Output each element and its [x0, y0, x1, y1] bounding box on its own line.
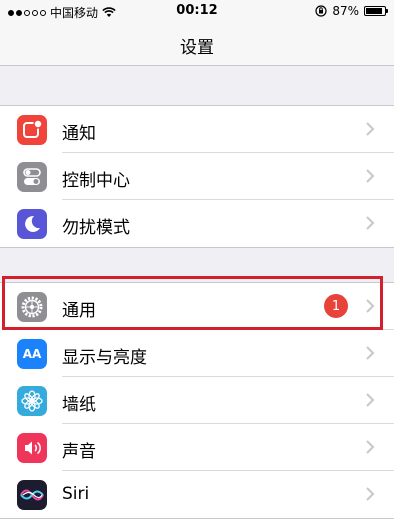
orientation-lock-icon [315, 5, 327, 17]
chevron-right-icon [366, 440, 375, 454]
settings-row-label: 勿扰模式 [62, 218, 130, 238]
chevron-right-icon [366, 169, 375, 183]
battery-icon [364, 6, 388, 16]
chevron-right-icon [366, 393, 375, 407]
battery-percent: 87% [332, 4, 359, 18]
chevron-right-icon [366, 346, 375, 360]
settings-row-wallpaper[interactable]: 墙纸 [0, 377, 394, 424]
notification-badge: 1 [324, 294, 348, 318]
gear-icon [17, 292, 47, 322]
settings-row-label: 声音 [62, 442, 96, 462]
settings-row-label: 显示与亮度 [62, 348, 147, 368]
settings-row-label: 通用 [62, 301, 96, 321]
chevron-right-icon [366, 299, 375, 313]
notifications-icon [17, 115, 47, 145]
do-not-disturb-icon [17, 209, 47, 239]
control-center-icon [17, 162, 47, 192]
settings-row-label: 通知 [62, 124, 96, 144]
settings-row-sounds[interactable]: 声音 [0, 424, 394, 471]
navigation-bar: 设置 [0, 22, 394, 66]
chevron-right-icon [366, 216, 375, 230]
display-brightness-icon: AA [17, 339, 47, 369]
chevron-right-icon [366, 487, 375, 501]
settings-row-do-not-disturb[interactable]: 勿扰模式 [0, 200, 394, 247]
status-bar: 中国移动 00:12 87% [0, 0, 394, 22]
settings-row-label: 控制中心 [62, 171, 130, 191]
settings-row-general[interactable]: 通用 1 [0, 283, 394, 330]
settings-row-label: Siri [62, 484, 90, 504]
settings-row-notifications[interactable]: 通知 [0, 106, 394, 153]
chevron-right-icon [366, 122, 375, 136]
status-right: 87% [315, 4, 388, 18]
settings-group-1: 通知 控制中心 勿扰模式 [0, 105, 394, 248]
settings-row-label: 墙纸 [62, 395, 96, 415]
display-icon-text: AA [22, 347, 42, 361]
wallpaper-icon [17, 386, 47, 416]
settings-row-siri[interactable]: Siri [0, 471, 394, 518]
settings-row-control-center[interactable]: 控制中心 [0, 153, 394, 200]
settings-row-display-brightness[interactable]: AA 显示与亮度 [0, 330, 394, 377]
siri-icon [17, 480, 47, 510]
page-title: 设置 [180, 38, 214, 58]
settings-group-2: 通用 1 AA 显示与亮度 墙纸 声音 Siri [0, 282, 394, 519]
sounds-icon [17, 433, 47, 463]
